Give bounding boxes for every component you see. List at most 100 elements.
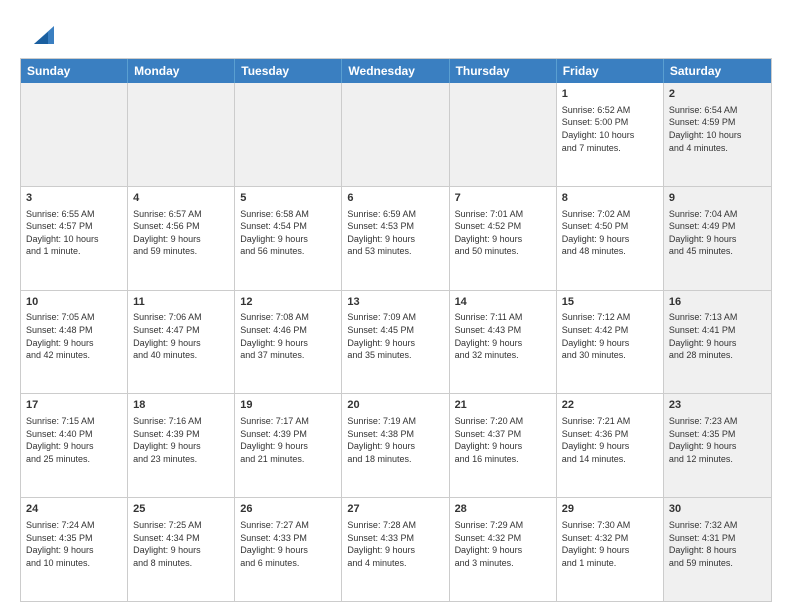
- calendar-cell-24: 24 Sunrise: 7:24 AM Sunset: 4:35 PM Dayli…: [21, 498, 128, 601]
- calendar-cell-9: 9Sunrise: 7:04 AM Sunset: 4:49 PM Daylig…: [664, 187, 771, 290]
- day-info: Sunrise: 7:27 AM Sunset: 4:33 PM Dayligh…: [240, 519, 336, 569]
- calendar-cell-4: 4 Sunrise: 6:57 AM Sunset: 4:56 PM Daylig…: [128, 187, 235, 290]
- day-info: Sunrise: 6:57 AM Sunset: 4:56 PM Dayligh…: [133, 208, 229, 258]
- calendar-cell-empty-0-4: [450, 83, 557, 186]
- day-number: 11: [133, 295, 229, 310]
- calendar-cell-empty-0-0: [21, 83, 128, 186]
- day-number: 24: [26, 502, 122, 517]
- day-number: 20: [347, 398, 443, 413]
- header: [20, 16, 772, 48]
- calendar-cell-13: 13Sunrise: 7:09 AM Sunset: 4:45 PM Dayli…: [342, 291, 449, 394]
- calendar-cell-3: 3 Sunrise: 6:55 AM Sunset: 4:57 PM Daylig…: [21, 187, 128, 290]
- day-number: 25: [133, 502, 229, 517]
- calendar-body: 1Sunrise: 6:52 AM Sunset: 5:00 PM Daylig…: [21, 83, 771, 601]
- day-number: 6: [347, 191, 443, 206]
- day-info: Sunrise: 7:20 AM Sunset: 4:37 PM Dayligh…: [455, 415, 551, 465]
- day-number: 27: [347, 502, 443, 517]
- calendar-cell-7: 7 Sunrise: 7:01 AM Sunset: 4:52 PM Daylig…: [450, 187, 557, 290]
- day-number: 2: [669, 87, 766, 102]
- weekday-header-sunday: Sunday: [21, 59, 128, 83]
- day-number: 7: [455, 191, 551, 206]
- day-info: Sunrise: 7:24 AM Sunset: 4:35 PM Dayligh…: [26, 519, 122, 569]
- calendar-cell-10: 10Sunrise: 7:05 AM Sunset: 4:48 PM Dayli…: [21, 291, 128, 394]
- calendar-cell-23: 23 Sunrise: 7:23 AM Sunset: 4:35 PM Dayli…: [664, 394, 771, 497]
- calendar-cell-17: 17Sunrise: 7:15 AM Sunset: 4:40 PM Dayli…: [21, 394, 128, 497]
- day-info: Sunrise: 6:52 AM Sunset: 5:00 PM Dayligh…: [562, 104, 658, 154]
- day-number: 14: [455, 295, 551, 310]
- day-info: Sunrise: 6:55 AM Sunset: 4:57 PM Dayligh…: [26, 208, 122, 258]
- calendar-cell-28: 28 Sunrise: 7:29 AM Sunset: 4:32 PM Dayli…: [450, 498, 557, 601]
- day-info: Sunrise: 7:19 AM Sunset: 4:38 PM Dayligh…: [347, 415, 443, 465]
- day-info: Sunrise: 7:28 AM Sunset: 4:33 PM Dayligh…: [347, 519, 443, 569]
- logo: [20, 16, 58, 48]
- day-number: 8: [562, 191, 658, 206]
- calendar-cell-29: 29 Sunrise: 7:30 AM Sunset: 4:32 PM Dayli…: [557, 498, 664, 601]
- day-number: 29: [562, 502, 658, 517]
- calendar-cell-1: 1Sunrise: 6:52 AM Sunset: 5:00 PM Daylig…: [557, 83, 664, 186]
- calendar-cell-12: 12Sunrise: 7:08 AM Sunset: 4:46 PM Dayli…: [235, 291, 342, 394]
- day-number: 15: [562, 295, 658, 310]
- calendar-cell-5: 5 Sunrise: 6:58 AM Sunset: 4:54 PM Daylig…: [235, 187, 342, 290]
- calendar-cell-19: 19Sunrise: 7:17 AM Sunset: 4:39 PM Dayli…: [235, 394, 342, 497]
- day-number: 22: [562, 398, 658, 413]
- weekday-header-wednesday: Wednesday: [342, 59, 449, 83]
- day-info: Sunrise: 7:06 AM Sunset: 4:47 PM Dayligh…: [133, 311, 229, 361]
- page: SundayMondayTuesdayWednesdayThursdayFrid…: [0, 0, 792, 612]
- calendar-cell-8: 8 Sunrise: 7:02 AM Sunset: 4:50 PM Daylig…: [557, 187, 664, 290]
- calendar-cell-empty-0-3: [342, 83, 449, 186]
- calendar-cell-15: 15Sunrise: 7:12 AM Sunset: 4:42 PM Dayli…: [557, 291, 664, 394]
- day-info: Sunrise: 7:32 AM Sunset: 4:31 PM Dayligh…: [669, 519, 766, 569]
- day-number: 12: [240, 295, 336, 310]
- day-info: Sunrise: 6:54 AM Sunset: 4:59 PM Dayligh…: [669, 104, 766, 154]
- day-info: Sunrise: 7:12 AM Sunset: 4:42 PM Dayligh…: [562, 311, 658, 361]
- day-info: Sunrise: 7:13 AM Sunset: 4:41 PM Dayligh…: [669, 311, 766, 361]
- calendar-row-1: 3 Sunrise: 6:55 AM Sunset: 4:57 PM Daylig…: [21, 186, 771, 290]
- day-number: 16: [669, 295, 766, 310]
- day-number: 3: [26, 191, 122, 206]
- calendar-cell-30: 30Sunrise: 7:32 AM Sunset: 4:31 PM Dayli…: [664, 498, 771, 601]
- calendar-cell-25: 25Sunrise: 7:25 AM Sunset: 4:34 PM Dayli…: [128, 498, 235, 601]
- day-number: 10: [26, 295, 122, 310]
- weekday-header-thursday: Thursday: [450, 59, 557, 83]
- day-info: Sunrise: 6:58 AM Sunset: 4:54 PM Dayligh…: [240, 208, 336, 258]
- day-info: Sunrise: 7:16 AM Sunset: 4:39 PM Dayligh…: [133, 415, 229, 465]
- calendar-cell-22: 22 Sunrise: 7:21 AM Sunset: 4:36 PM Dayli…: [557, 394, 664, 497]
- day-info: Sunrise: 6:59 AM Sunset: 4:53 PM Dayligh…: [347, 208, 443, 258]
- weekday-header-tuesday: Tuesday: [235, 59, 342, 83]
- day-number: 21: [455, 398, 551, 413]
- weekday-header-friday: Friday: [557, 59, 664, 83]
- day-info: Sunrise: 7:02 AM Sunset: 4:50 PM Dayligh…: [562, 208, 658, 258]
- calendar-cell-empty-0-1: [128, 83, 235, 186]
- day-info: Sunrise: 7:01 AM Sunset: 4:52 PM Dayligh…: [455, 208, 551, 258]
- day-info: Sunrise: 7:30 AM Sunset: 4:32 PM Dayligh…: [562, 519, 658, 569]
- day-info: Sunrise: 7:17 AM Sunset: 4:39 PM Dayligh…: [240, 415, 336, 465]
- day-number: 26: [240, 502, 336, 517]
- day-info: Sunrise: 7:29 AM Sunset: 4:32 PM Dayligh…: [455, 519, 551, 569]
- day-number: 13: [347, 295, 443, 310]
- calendar-cell-26: 26 Sunrise: 7:27 AM Sunset: 4:33 PM Dayli…: [235, 498, 342, 601]
- day-number: 18: [133, 398, 229, 413]
- day-number: 5: [240, 191, 336, 206]
- calendar: SundayMondayTuesdayWednesdayThursdayFrid…: [20, 58, 772, 602]
- calendar-cell-16: 16Sunrise: 7:13 AM Sunset: 4:41 PM Dayli…: [664, 291, 771, 394]
- day-info: Sunrise: 7:11 AM Sunset: 4:43 PM Dayligh…: [455, 311, 551, 361]
- day-number: 4: [133, 191, 229, 206]
- calendar-cell-27: 27 Sunrise: 7:28 AM Sunset: 4:33 PM Dayli…: [342, 498, 449, 601]
- day-number: 28: [455, 502, 551, 517]
- calendar-cell-20: 20 Sunrise: 7:19 AM Sunset: 4:38 PM Dayli…: [342, 394, 449, 497]
- weekday-header-saturday: Saturday: [664, 59, 771, 83]
- calendar-row-2: 10Sunrise: 7:05 AM Sunset: 4:48 PM Dayli…: [21, 290, 771, 394]
- day-info: Sunrise: 7:04 AM Sunset: 4:49 PM Dayligh…: [669, 208, 766, 258]
- day-info: Sunrise: 7:05 AM Sunset: 4:48 PM Dayligh…: [26, 311, 122, 361]
- weekday-header-monday: Monday: [128, 59, 235, 83]
- calendar-row-3: 17Sunrise: 7:15 AM Sunset: 4:40 PM Dayli…: [21, 393, 771, 497]
- day-info: Sunrise: 7:09 AM Sunset: 4:45 PM Dayligh…: [347, 311, 443, 361]
- day-number: 23: [669, 398, 766, 413]
- day-info: Sunrise: 7:23 AM Sunset: 4:35 PM Dayligh…: [669, 415, 766, 465]
- day-info: Sunrise: 7:21 AM Sunset: 4:36 PM Dayligh…: [562, 415, 658, 465]
- calendar-cell-2: 2 Sunrise: 6:54 AM Sunset: 4:59 PM Daylig…: [664, 83, 771, 186]
- day-number: 17: [26, 398, 122, 413]
- calendar-header: SundayMondayTuesdayWednesdayThursdayFrid…: [21, 59, 771, 83]
- calendar-row-0: 1Sunrise: 6:52 AM Sunset: 5:00 PM Daylig…: [21, 83, 771, 186]
- day-info: Sunrise: 7:08 AM Sunset: 4:46 PM Dayligh…: [240, 311, 336, 361]
